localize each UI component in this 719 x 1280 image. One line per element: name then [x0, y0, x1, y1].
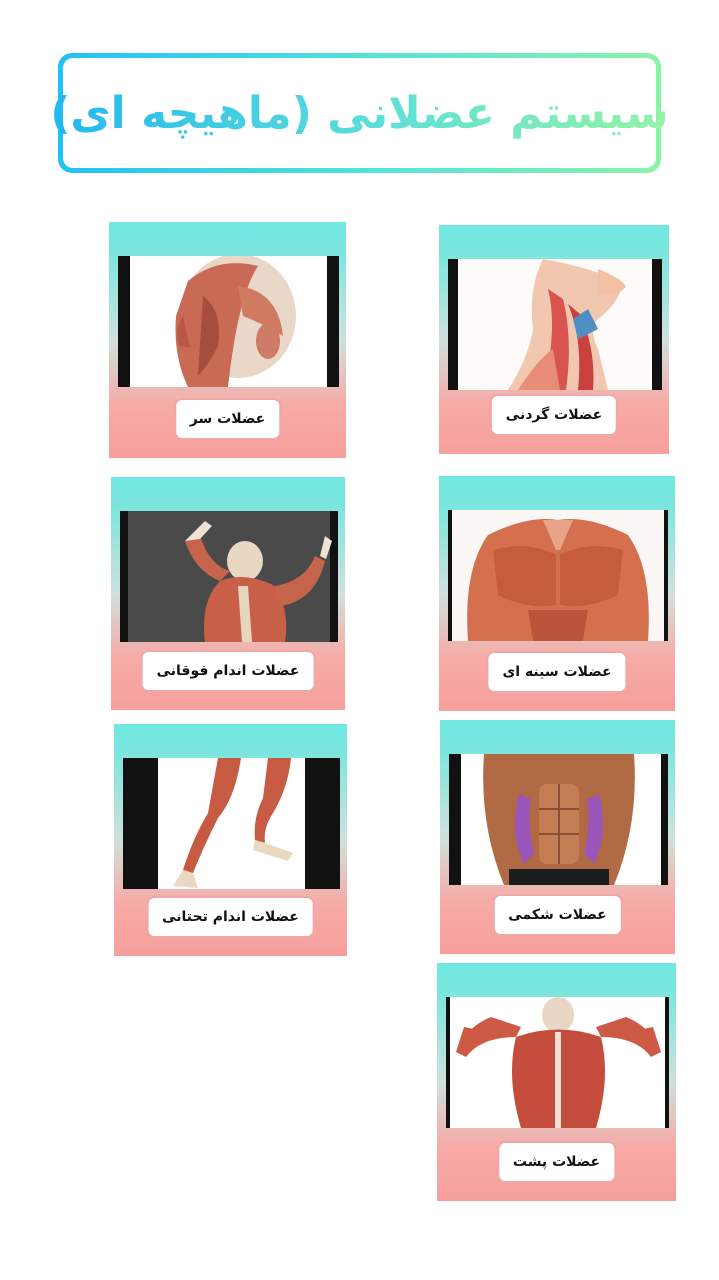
card-neck-muscles[interactable]: عضلات گردنی	[439, 225, 669, 454]
neck-muscles-image	[448, 259, 662, 390]
page-title-inner: سیستم عضلانی (ماهیچه ای)	[50, 58, 669, 168]
page-title: سیستم عضلانی (ماهیچه ای)	[50, 87, 669, 139]
page-title-box: سیستم عضلانی (ماهیچه ای)	[50, 53, 669, 173]
card-label: عضلات گردنی	[489, 394, 619, 436]
card-label: عضلات پشت	[496, 1141, 617, 1183]
back-muscles-image	[446, 997, 669, 1128]
upper-limb-muscles-image	[120, 511, 338, 642]
card-chest-muscles[interactable]: عضلات سینه ای	[439, 476, 675, 711]
card-abdominal-muscles[interactable]: عضلات شکمی	[440, 720, 675, 954]
card-back-muscles[interactable]: عضلات پشت	[437, 963, 676, 1201]
card-label: عضلات اندام فوقانی	[140, 650, 316, 692]
card-lower-limb-muscles[interactable]: عضلات اندام تحتانی	[114, 724, 347, 956]
chest-muscles-image	[448, 510, 668, 641]
card-label: عضلات سر	[173, 398, 282, 440]
card-label: عضلات سینه ای	[486, 651, 628, 693]
card-upper-limb-muscles[interactable]: عضلات اندام فوقانی	[111, 477, 345, 710]
card-head-muscles[interactable]: عضلات سر	[109, 222, 346, 458]
abdominal-muscles-image	[449, 754, 668, 885]
card-label: عضلات اندام تحتانی	[146, 896, 315, 938]
head-muscles-image	[118, 256, 339, 387]
lower-limb-muscles-image	[123, 758, 340, 889]
card-label: عضلات شکمی	[492, 894, 623, 936]
